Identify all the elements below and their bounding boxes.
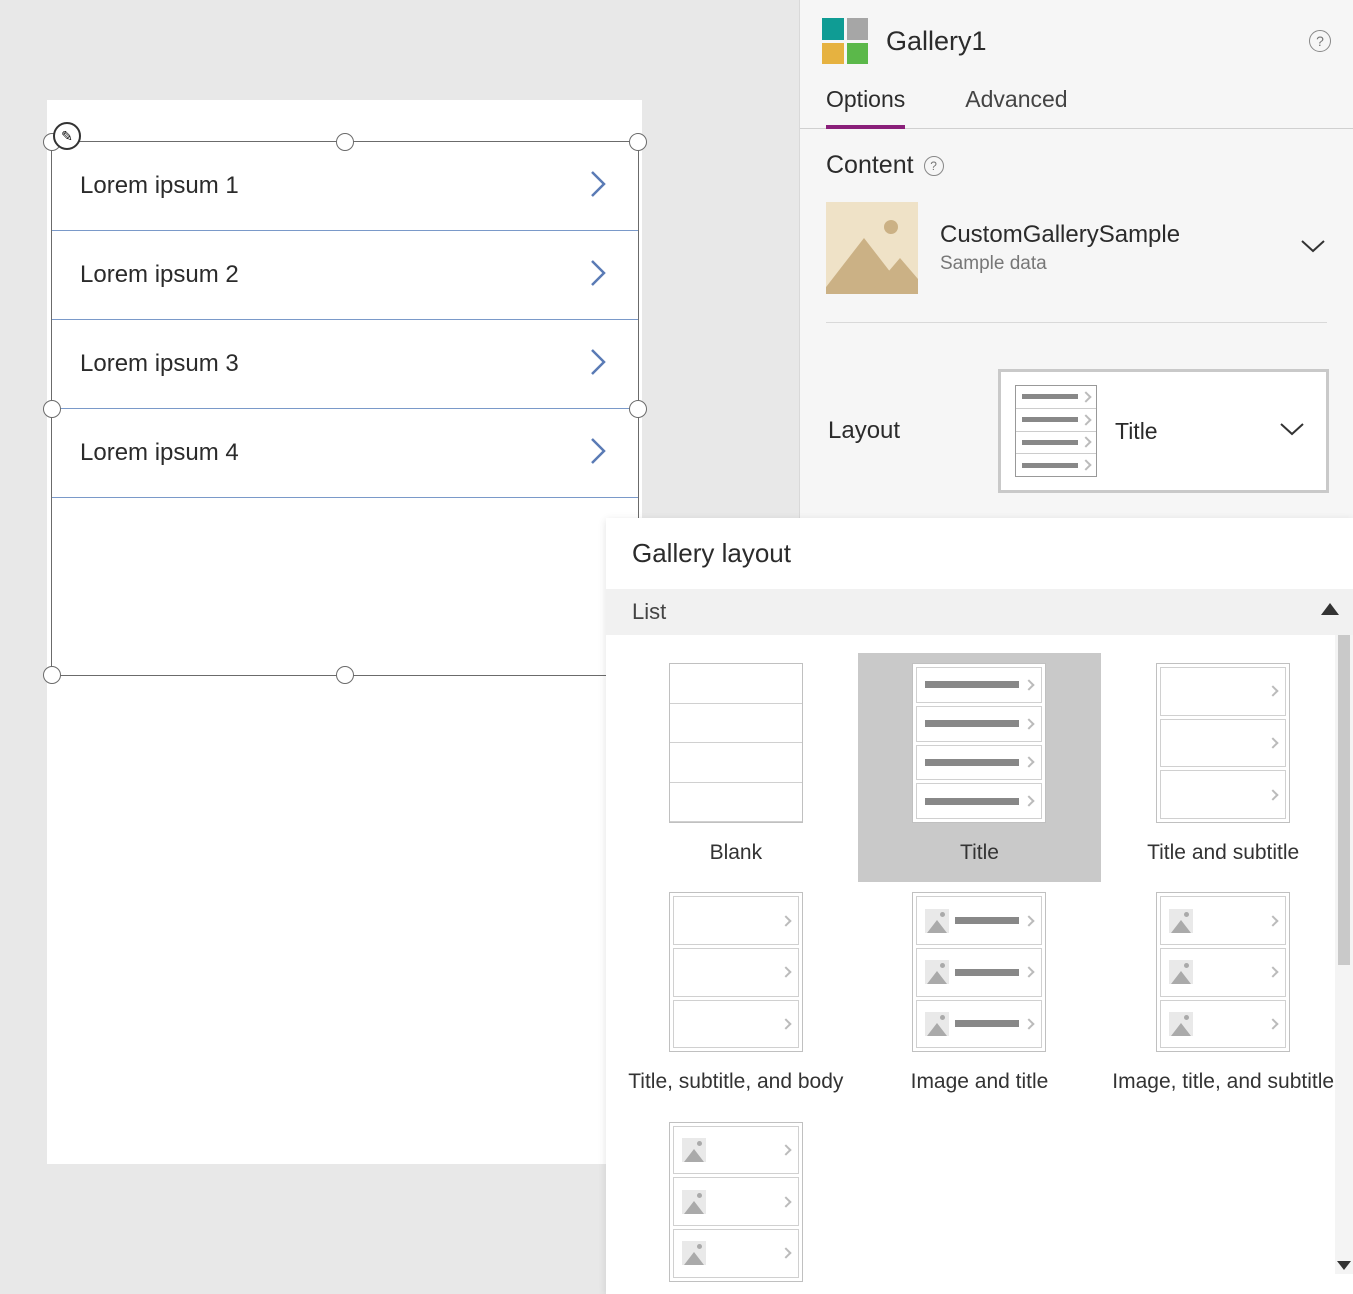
layout-option-label: Title bbox=[960, 839, 999, 866]
layout-popup: Gallery layout List Blank Title bbox=[606, 518, 1353, 1294]
gallery-icon bbox=[822, 18, 868, 64]
popup-group-header[interactable]: List bbox=[606, 589, 1353, 635]
canvas-area: Lorem ipsum 1 Lorem ipsum 2 Lorem ipsum … bbox=[47, 100, 642, 1164]
resize-handle[interactable] bbox=[629, 400, 647, 418]
gallery-control[interactable]: Lorem ipsum 1 Lorem ipsum 2 Lorem ipsum … bbox=[51, 141, 639, 676]
datasource-selector[interactable]: CustomGallerySample Sample data bbox=[826, 202, 1327, 323]
image-icon bbox=[826, 202, 918, 294]
chevron-up-icon bbox=[1321, 603, 1339, 615]
chevron-down-icon bbox=[1278, 420, 1306, 443]
gallery-item-title: Lorem ipsum 3 bbox=[80, 350, 239, 378]
layout-option-label: Image, title, and subtitle bbox=[1112, 1068, 1334, 1095]
panel-tabs: Options Advanced bbox=[800, 64, 1353, 129]
layout-option-blank[interactable]: Blank bbox=[614, 653, 858, 882]
resize-handle[interactable] bbox=[336, 666, 354, 684]
panel-title: Gallery1 bbox=[886, 26, 1291, 57]
layout-option-extra[interactable] bbox=[614, 1112, 858, 1294]
resize-handle[interactable] bbox=[43, 666, 61, 684]
scrollbar-thumb[interactable] bbox=[1338, 635, 1350, 965]
layout-option-title-subtitle-body[interactable]: Title, subtitle, and body bbox=[614, 882, 858, 1111]
scroll-down-icon[interactable] bbox=[1335, 1256, 1353, 1274]
layout-dropdown[interactable]: Title bbox=[998, 369, 1329, 493]
layout-option-image-title[interactable]: Image and title bbox=[858, 882, 1102, 1111]
layout-option-image-title-subtitle[interactable]: Image, title, and subtitle bbox=[1101, 882, 1345, 1111]
content-heading: Content ? bbox=[826, 151, 1327, 180]
chevron-right-icon bbox=[588, 346, 610, 383]
chevron-right-icon bbox=[588, 435, 610, 472]
popup-group-label: List bbox=[632, 599, 666, 624]
tab-options[interactable]: Options bbox=[826, 86, 905, 129]
gallery-item-title: Lorem ipsum 2 bbox=[80, 261, 239, 289]
layout-option-title-subtitle[interactable]: Title and subtitle bbox=[1101, 653, 1345, 882]
layout-option-label: Title and subtitle bbox=[1147, 839, 1299, 866]
layout-option-label: Title, subtitle, and body bbox=[628, 1068, 843, 1095]
layout-selected-name: Title bbox=[1115, 418, 1260, 445]
layout-options-grid: Blank Title Title and subtitle bbox=[606, 635, 1353, 1294]
help-icon[interactable]: ? bbox=[1309, 30, 1331, 52]
layout-label: Layout bbox=[828, 417, 998, 445]
popup-title: Gallery layout bbox=[606, 518, 1353, 589]
layout-thumb-icon bbox=[1015, 385, 1097, 477]
vertical-scrollbar[interactable] bbox=[1335, 635, 1353, 1274]
layout-option-label: Image and title bbox=[911, 1068, 1049, 1095]
datasource-name: CustomGallerySample bbox=[940, 221, 1277, 249]
gallery-row[interactable]: Lorem ipsum 2 bbox=[52, 231, 638, 320]
resize-handle[interactable] bbox=[336, 133, 354, 151]
gallery-row[interactable]: Lorem ipsum 3 bbox=[52, 320, 638, 409]
resize-handle[interactable] bbox=[43, 400, 61, 418]
chevron-right-icon bbox=[588, 168, 610, 205]
help-icon[interactable]: ? bbox=[924, 156, 944, 176]
gallery-item-title: Lorem ipsum 1 bbox=[80, 172, 239, 200]
layout-option-label: Blank bbox=[710, 839, 763, 866]
resize-handle[interactable] bbox=[629, 133, 647, 151]
chevron-right-icon bbox=[588, 257, 610, 294]
chevron-down-icon[interactable] bbox=[1299, 237, 1327, 260]
edit-template-icon[interactable]: ✎ bbox=[53, 122, 81, 150]
gallery-item-title: Lorem ipsum 4 bbox=[80, 439, 239, 467]
gallery-row[interactable]: Lorem ipsum 1 bbox=[52, 142, 638, 231]
content-heading-text: Content bbox=[826, 151, 914, 180]
datasource-subtitle: Sample data bbox=[940, 253, 1277, 275]
tab-advanced[interactable]: Advanced bbox=[965, 86, 1067, 128]
layout-option-title[interactable]: Title bbox=[858, 653, 1102, 882]
gallery-row[interactable]: Lorem ipsum 4 bbox=[52, 409, 638, 498]
